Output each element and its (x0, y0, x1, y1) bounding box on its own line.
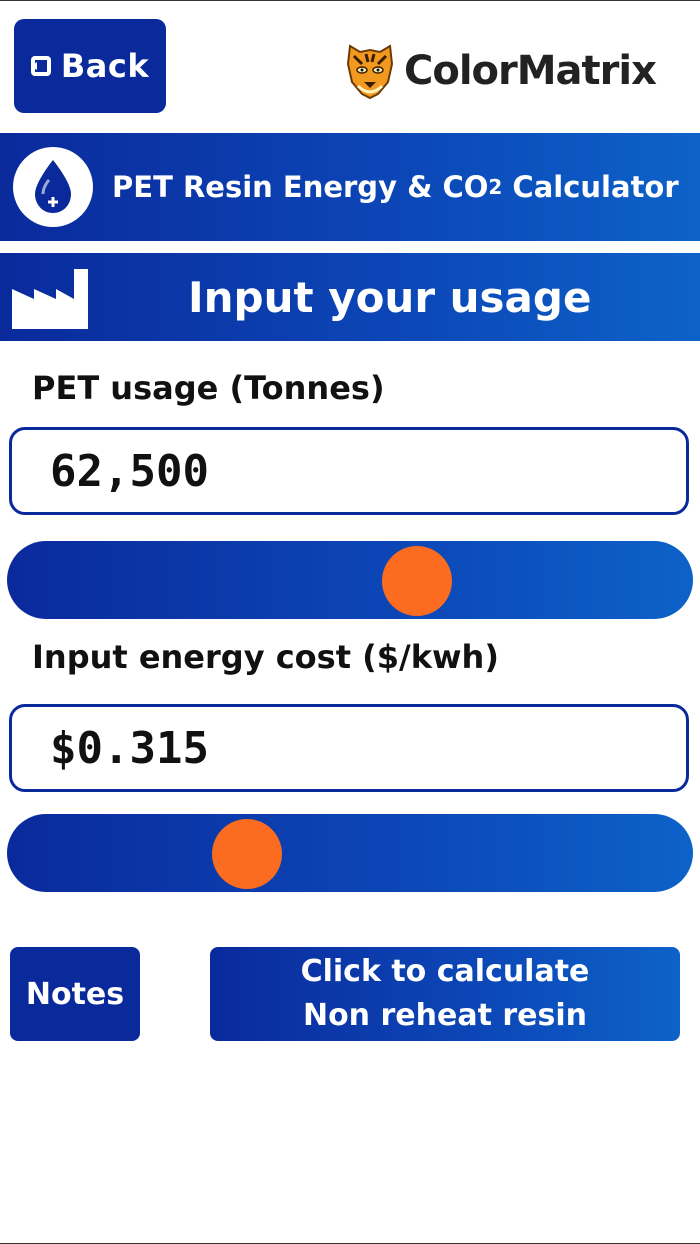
energy-cost-label: Input energy cost ($/kwh) (32, 638, 499, 676)
energy-cost-input[interactable]: $0.315 (9, 704, 689, 792)
pet-usage-slider[interactable] (7, 541, 693, 619)
page-title: PET Resin Energy & CO 2 Calculator (112, 133, 679, 241)
energy-cost-slider-thumb[interactable] (211, 819, 282, 889)
section-title: Input your usage (188, 272, 592, 322)
pet-usage-label: PET usage (Tonnes) (32, 369, 385, 407)
pet-usage-slider-thumb[interactable] (381, 546, 452, 616)
brand-logo: ColorMatrix (344, 41, 657, 101)
notes-button[interactable]: Notes (10, 947, 140, 1041)
brand-name: ColorMatrix (404, 48, 657, 94)
calculate-line1: Click to calculate (300, 954, 590, 989)
notes-label: Notes (25, 976, 125, 1012)
factory-icon (12, 269, 88, 329)
title-band: PET Resin Energy & CO 2 Calculator (0, 133, 700, 241)
water-drop-badge (13, 147, 93, 227)
tiger-logo-icon (346, 44, 394, 100)
energy-cost-slider[interactable] (7, 814, 693, 892)
back-button[interactable]: Back (14, 19, 166, 113)
water-drop-plus-icon (35, 160, 71, 213)
page-title-prefix: PET Resin Energy & CO (112, 170, 489, 204)
pet-usage-input[interactable]: 62,500 (9, 427, 689, 515)
page-title-suffix: Calculator (502, 170, 679, 204)
page-title-subscript: 2 (488, 175, 503, 199)
back-icon (30, 56, 51, 76)
calculate-button[interactable]: Click to calculate Non reheat resin (210, 947, 680, 1041)
calculate-line2: Non reheat resin (302, 998, 588, 1033)
back-label: Back (60, 47, 150, 85)
section-band: Input your usage (0, 253, 700, 341)
